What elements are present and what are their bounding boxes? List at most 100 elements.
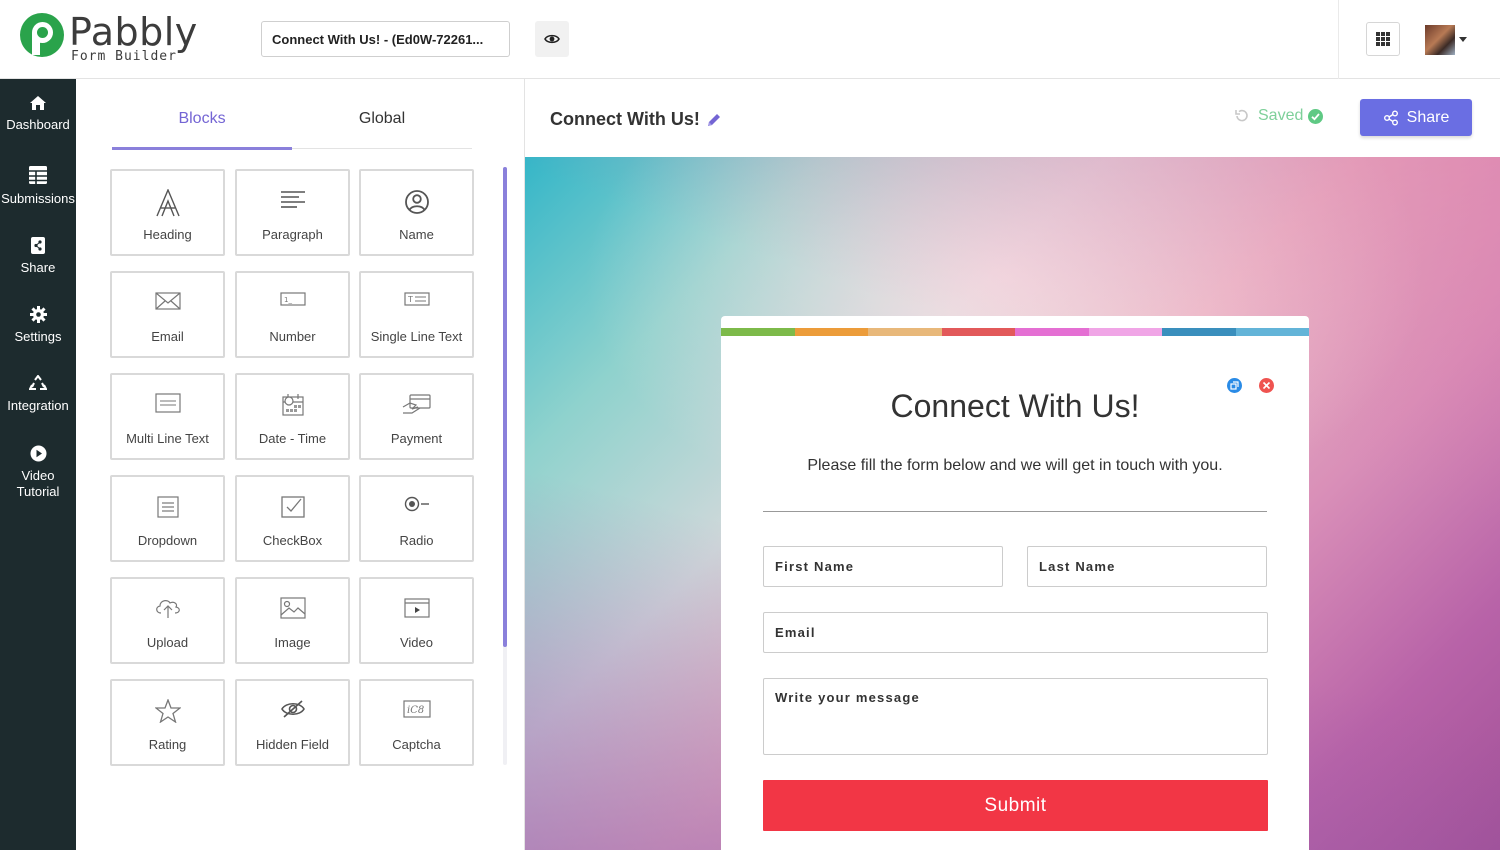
form-heading[interactable]: Connect With Us! (721, 388, 1309, 425)
block-hidden-field[interactable]: Hidden Field (235, 679, 350, 766)
color-stripe-segment (794, 328, 869, 336)
svg-text:iC8: iC8 (407, 705, 424, 716)
block-paragraph[interactable]: Paragraph (235, 169, 350, 256)
form-subheading[interactable]: Please fill the form below and we will g… (721, 457, 1309, 475)
share-doc-icon (31, 237, 45, 254)
nav-integration[interactable]: Integration (0, 375, 76, 414)
paragraph-icon (280, 191, 305, 208)
undo-icon[interactable] (1233, 108, 1249, 124)
preview-button[interactable] (535, 21, 569, 57)
block-heading[interactable]: Heading (110, 169, 225, 256)
tab-blocks[interactable]: Blocks (112, 110, 292, 128)
eye-icon (544, 34, 560, 44)
avatar[interactable] (1425, 25, 1455, 55)
color-stripe-segment (1088, 328, 1163, 336)
active-tab-indicator (112, 147, 292, 150)
table-icon (29, 166, 47, 184)
apps-grid-button[interactable] (1366, 22, 1400, 56)
payment-icon (402, 394, 431, 414)
svg-text:T: T (407, 295, 413, 304)
nav-submissions-label: Submissions (1, 191, 75, 206)
eye-slash-icon (280, 700, 305, 718)
color-stripe-segment (1015, 328, 1089, 336)
logo-name: Pabbly (69, 10, 198, 54)
form-title-input[interactable]: Connect With Us! - (Ed0W-72261... (261, 21, 510, 57)
calendar-icon (281, 394, 304, 416)
nav-integration-label: Integration (7, 398, 69, 413)
nav-settings[interactable]: Settings (0, 306, 76, 345)
block-upload[interactable]: Upload (110, 577, 225, 664)
nav-share[interactable]: Share (0, 237, 76, 276)
color-stripe-segment (941, 328, 1016, 336)
email-field[interactable]: Email (763, 612, 1268, 653)
nav-dashboard[interactable]: Dashboard (0, 95, 76, 133)
blocks-scroll-thumb[interactable] (503, 167, 507, 647)
share-button[interactable]: Share (1360, 99, 1472, 136)
block-number[interactable]: 1_ Number (235, 271, 350, 358)
color-stripe-segment (1162, 328, 1236, 336)
avatar-caret-icon[interactable] (1459, 37, 1467, 42)
left-nav: Dashboard Submissions Share Settings Int… (0, 79, 76, 850)
grid-icon (1376, 32, 1390, 46)
block-date-time[interactable]: Date - Time (235, 373, 350, 460)
block-name[interactable]: Name (359, 169, 474, 256)
block-checkbox[interactable]: CheckBox (235, 475, 350, 562)
star-icon (154, 699, 181, 723)
submit-button[interactable]: Submit (763, 780, 1268, 831)
nav-video-tutorial[interactable]: Video Tutorial (0, 445, 76, 500)
block-email[interactable]: Email (110, 271, 225, 358)
nav-submissions[interactable]: Submissions (0, 165, 76, 207)
block-rating[interactable]: Rating (110, 679, 225, 766)
textarea-icon (154, 393, 181, 413)
top-bar: Pabbly Form Builder Connect With Us! - (… (0, 0, 1500, 79)
user-circle-icon (404, 190, 429, 214)
home-icon (30, 96, 46, 110)
number-field-icon: 1_ (279, 292, 306, 306)
color-stripe-segment (1235, 328, 1309, 336)
checkbox-icon (280, 496, 305, 518)
captcha-icon: iC8 (402, 700, 431, 718)
cloud-upload-icon (155, 600, 180, 618)
message-textarea[interactable]: Write your message (763, 678, 1268, 755)
editor-header: Connect With Us! Saved Share (525, 79, 1500, 157)
saved-status: Saved (1233, 107, 1324, 125)
pencil-icon[interactable] (706, 112, 722, 128)
divider (763, 511, 1267, 512)
nav-settings-label: Settings (14, 329, 62, 344)
last-name-field[interactable]: Last Name (1027, 546, 1267, 587)
svg-text:1_: 1_ (284, 296, 292, 304)
editor-form-title[interactable]: Connect With Us! (550, 109, 722, 130)
block-single-line-text[interactable]: T Single Line Text (359, 271, 474, 358)
tab-global[interactable]: Global (292, 110, 472, 128)
block-video[interactable]: Video (359, 577, 474, 664)
first-name-field[interactable]: First Name (763, 546, 1003, 587)
radio-icon (404, 496, 429, 512)
form-canvas: Connect With Us! Please fill the form be… (525, 157, 1500, 850)
play-icon (30, 445, 46, 462)
share-icon (1383, 110, 1398, 125)
recycle-icon (29, 375, 47, 390)
form-card: Connect With Us! Please fill the form be… (721, 316, 1309, 850)
color-stripe-segment (868, 328, 942, 336)
block-dropdown[interactable]: Dropdown (110, 475, 225, 562)
nav-dashboard-label: Dashboard (6, 117, 70, 132)
dropdown-icon (156, 496, 179, 518)
nav-video-tutorial-label: Video Tutorial (16, 468, 60, 499)
block-captcha[interactable]: iC8 Captcha (359, 679, 474, 766)
text-field-icon: T (403, 292, 430, 306)
block-image[interactable]: Image (235, 577, 350, 664)
pabbly-logo[interactable]: Pabbly Form Builder (20, 13, 198, 69)
gear-icon (29, 306, 47, 323)
color-stripe-segment (721, 328, 795, 336)
block-radio[interactable]: Radio (359, 475, 474, 562)
block-payment[interactable]: Payment (359, 373, 474, 460)
blocks-panel: Blocks Global Heading Paragraph Name Ema… (76, 79, 525, 850)
video-icon (403, 598, 430, 618)
envelope-icon (154, 292, 181, 310)
nav-share-label: Share (20, 260, 56, 275)
check-circle-icon (1308, 108, 1324, 124)
heading-icon (155, 189, 180, 217)
image-icon (279, 597, 306, 619)
block-multi-line-text[interactable]: Multi Line Text (110, 373, 225, 460)
pabbly-logo-icon (20, 13, 64, 57)
